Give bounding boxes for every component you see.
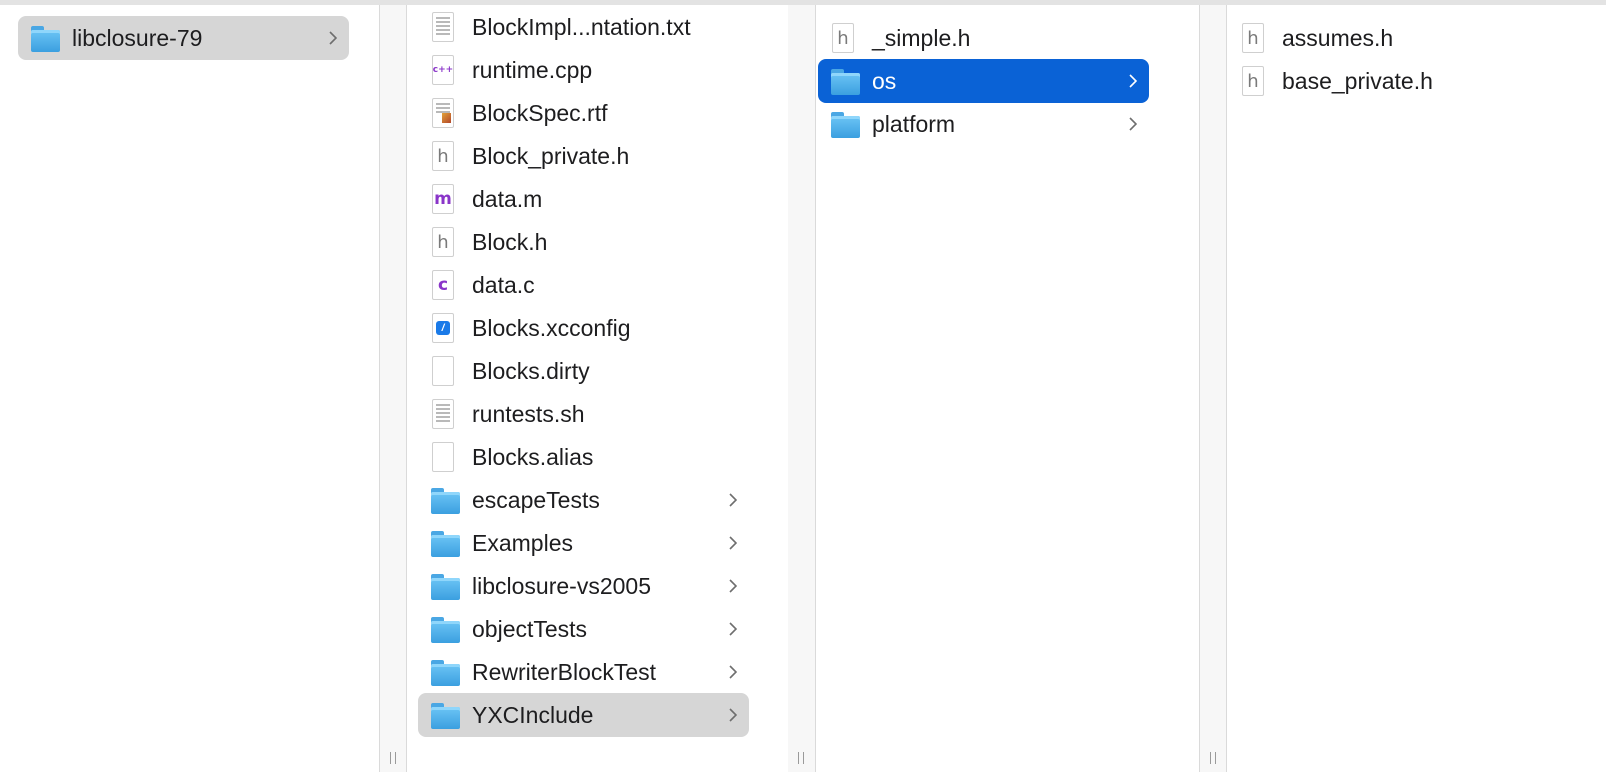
folder-icon xyxy=(430,656,460,688)
cpp-file-icon: c++ xyxy=(430,54,460,86)
header-file-icon: h xyxy=(1240,65,1270,97)
list-item[interactable]: BlockSpec.rtf xyxy=(418,91,749,135)
chevron-right-icon xyxy=(1129,59,1137,103)
folder-icon xyxy=(430,613,460,645)
list-item[interactable]: Blocks.dirty xyxy=(418,349,749,393)
chevron-right-icon xyxy=(329,16,337,60)
header-file-icon: h xyxy=(1240,22,1270,54)
text-file-icon xyxy=(430,398,460,430)
header-file-icon: h xyxy=(430,140,460,172)
list-item[interactable]: libclosure-vs2005 xyxy=(418,564,749,608)
list-item[interactable]: / Blocks.xcconfig xyxy=(418,306,749,350)
item-label: data.c xyxy=(472,271,535,298)
list-item[interactable]: h _simple.h xyxy=(818,16,1149,60)
list-item[interactable]: BlockImpl...ntation.txt xyxy=(418,5,749,49)
column-3[interactable]: h _simple.h os platform xyxy=(818,5,1197,772)
folder-icon xyxy=(430,527,460,559)
header-file-icon: h xyxy=(430,226,460,258)
rtf-file-icon xyxy=(430,97,460,129)
item-label: runtime.cpp xyxy=(472,56,593,83)
list-item[interactable]: RewriterBlockTest xyxy=(418,650,749,694)
item-label: assumes.h xyxy=(1282,24,1394,51)
item-label: Blocks.dirty xyxy=(472,357,590,384)
column-2[interactable]: BlockImpl...ntation.txt c++ runtime.cpp … xyxy=(408,5,787,772)
list-item-selected[interactable]: YXCInclude xyxy=(418,693,749,737)
item-label: libclosure-vs2005 xyxy=(472,572,651,599)
list-item-selected[interactable]: os xyxy=(818,59,1149,103)
chevron-right-icon xyxy=(729,521,737,565)
list-item[interactable]: c++ runtime.cpp xyxy=(418,48,749,92)
item-label: escapeTests xyxy=(472,486,600,513)
list-item[interactable]: h base_private.h xyxy=(1228,59,1559,103)
c-file-icon: c xyxy=(430,269,460,301)
blank-file-icon xyxy=(430,441,460,473)
item-label: platform xyxy=(872,110,956,137)
list-item[interactable]: m data.m xyxy=(418,177,749,221)
item-label: Blocks.xcconfig xyxy=(472,314,631,341)
folder-icon xyxy=(430,484,460,516)
column-resize-handle[interactable] xyxy=(379,5,407,772)
list-item-libclosure-79[interactable]: libclosure-79 xyxy=(18,16,349,60)
item-label: RewriterBlockTest xyxy=(472,658,657,685)
item-label: data.m xyxy=(472,185,543,212)
list-item[interactable]: Blocks.alias xyxy=(418,435,749,479)
item-label: runtests.sh xyxy=(472,400,585,427)
folder-icon xyxy=(830,65,860,97)
item-label: libclosure-79 xyxy=(72,24,203,51)
list-item[interactable]: platform xyxy=(818,102,1149,146)
list-item[interactable]: h Block.h xyxy=(418,220,749,264)
item-label: YXCInclude xyxy=(472,701,594,728)
list-item[interactable]: h Block_private.h xyxy=(418,134,749,178)
chevron-right-icon xyxy=(729,650,737,694)
column-4[interactable]: h assumes.h h base_private.h xyxy=(1228,5,1606,772)
folder-icon xyxy=(30,22,60,54)
header-file-icon: h xyxy=(830,22,860,54)
list-item[interactable]: c data.c xyxy=(418,263,749,307)
chevron-right-icon xyxy=(1129,102,1137,146)
folder-icon xyxy=(830,108,860,140)
list-item[interactable]: escapeTests xyxy=(418,478,749,522)
item-label: Block.h xyxy=(472,228,548,255)
chevron-right-icon xyxy=(729,693,737,737)
item-label: _simple.h xyxy=(872,24,971,51)
list-item[interactable]: h assumes.h xyxy=(1228,16,1559,60)
list-item[interactable]: Examples xyxy=(418,521,749,565)
item-label: Examples xyxy=(472,529,573,556)
text-file-icon xyxy=(430,11,460,43)
item-label: os xyxy=(872,67,897,94)
column-resize-handle[interactable] xyxy=(788,5,816,772)
column-resize-handle[interactable] xyxy=(1199,5,1227,772)
item-label: BlockSpec.rtf xyxy=(472,99,608,126)
item-label: Blocks.alias xyxy=(472,443,594,470)
list-item[interactable]: runtests.sh xyxy=(418,392,749,436)
chevron-right-icon xyxy=(729,478,737,522)
column-1[interactable]: libclosure-79 xyxy=(0,5,378,772)
chevron-right-icon xyxy=(729,607,737,651)
chevron-right-icon xyxy=(729,564,737,608)
item-label: base_private.h xyxy=(1282,67,1433,94)
item-label: Block_private.h xyxy=(472,142,630,169)
objc-file-icon: m xyxy=(430,183,460,215)
blank-file-icon xyxy=(430,355,460,387)
xcconfig-file-icon: / xyxy=(430,312,460,344)
list-item[interactable]: objectTests xyxy=(418,607,749,651)
item-label: BlockImpl...ntation.txt xyxy=(472,13,691,40)
folder-icon xyxy=(430,699,460,731)
folder-icon xyxy=(430,570,460,602)
item-label: objectTests xyxy=(472,615,588,642)
